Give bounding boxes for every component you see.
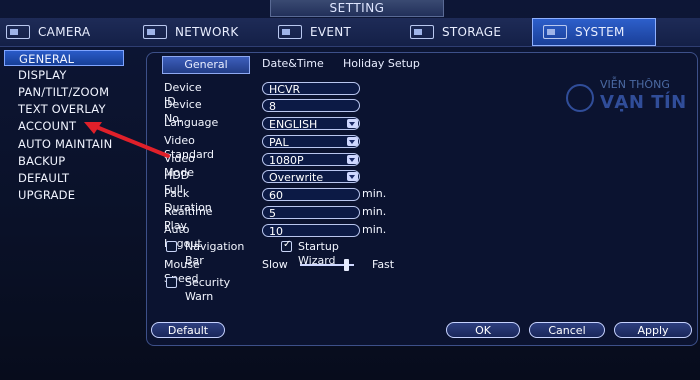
brand-logo-icon xyxy=(566,84,594,112)
subtab-holiday-setup[interactable]: Holiday Setup xyxy=(343,56,433,72)
chevron-down-icon[interactable] xyxy=(347,172,358,181)
pack-duration-field[interactable]: 60 xyxy=(262,188,360,202)
video-mode-value: 1080P xyxy=(269,154,304,167)
dvr-setting-screen: SETTING CAMERA NETWORK EVENT STORAGE SYS… xyxy=(0,0,700,380)
sidebar: GENERAL DISPLAY PAN/TILT/ZOOM TEXT OVERL… xyxy=(0,48,150,380)
tab-system-label: SYSTEM xyxy=(575,25,625,39)
sidebar-item-upgrade[interactable]: UPGRADE xyxy=(4,187,124,203)
tab-event[interactable]: EVENT xyxy=(278,18,398,46)
top-tab-bar: CAMERA NETWORK EVENT STORAGE SYSTEM xyxy=(0,18,700,47)
subtab-general[interactable]: General xyxy=(162,56,250,74)
hdd-full-label: HDD Full xyxy=(164,169,190,196)
pack-duration-unit: min. xyxy=(362,187,387,200)
video-mode-label: Video Mode xyxy=(164,152,195,179)
chevron-down-icon[interactable] xyxy=(347,137,358,146)
device-no-field[interactable]: 8 xyxy=(262,99,360,113)
device-no-label: Device No. xyxy=(164,98,202,125)
tab-network-label: NETWORK xyxy=(175,25,239,39)
sidebar-item-account[interactable]: ACCOUNT xyxy=(4,118,124,134)
hdd-full-select[interactable]: Overwrite xyxy=(262,170,360,184)
video-standard-label: Video Standard xyxy=(164,134,215,161)
sidebar-item-general[interactable]: GENERAL xyxy=(4,50,124,66)
sidebar-item-display[interactable]: DISPLAY xyxy=(4,67,124,83)
event-icon xyxy=(278,25,302,39)
watermark: VIỄN THÔNG VẠN TÍN xyxy=(566,78,696,118)
tab-storage[interactable]: STORAGE xyxy=(410,18,530,46)
auto-logout-label: Auto Logout xyxy=(164,223,202,250)
chevron-down-icon[interactable] xyxy=(347,119,358,128)
startup-wizard-checkbox[interactable] xyxy=(281,239,292,252)
tab-camera[interactable]: CAMERA xyxy=(6,18,126,46)
startup-wizard-label: Startup Wizard xyxy=(298,240,339,267)
device-id-label: Device ID xyxy=(164,81,202,108)
device-id-field[interactable]: HCVR xyxy=(262,82,360,96)
watermark-top-text: VIỄN THÔNG xyxy=(600,78,670,91)
video-standard-select[interactable]: PAL xyxy=(262,135,360,149)
mouse-speed-label: Mouse Speed xyxy=(164,258,200,285)
window-title: SETTING xyxy=(270,0,444,17)
realtime-play-label: Realtime Play xyxy=(164,205,213,232)
auto-logout-field[interactable]: 10 xyxy=(262,224,360,238)
chevron-down-icon[interactable] xyxy=(347,155,358,164)
mouse-speed-fast-label: Fast xyxy=(372,258,395,271)
watermark-brand-text: VẠN TÍN xyxy=(600,92,687,113)
security-warn-checkbox[interactable] xyxy=(166,277,177,288)
mouse-speed-slow-label: Slow xyxy=(262,258,288,271)
tab-camera-label: CAMERA xyxy=(38,25,91,39)
tab-event-label: EVENT xyxy=(310,25,352,39)
sidebar-item-text-overlay[interactable]: TEXT OVERLAY xyxy=(4,101,124,117)
sidebar-item-auto-maintain[interactable]: AUTO MAINTAIN xyxy=(4,136,124,152)
navigation-bar-checkbox[interactable] xyxy=(166,241,177,252)
pack-duration-label: Pack Duration xyxy=(164,187,212,214)
tab-system[interactable]: SYSTEM xyxy=(532,18,656,46)
sidebar-item-backup[interactable]: BACKUP xyxy=(4,153,124,169)
camera-icon xyxy=(6,25,30,39)
auto-logout-unit: min. xyxy=(362,223,387,236)
tab-storage-label: STORAGE xyxy=(442,25,502,39)
sidebar-item-pan-tilt-zoom[interactable]: PAN/TILT/ZOOM xyxy=(4,84,124,100)
hdd-full-value: Overwrite xyxy=(269,171,324,184)
video-standard-value: PAL xyxy=(269,136,289,149)
sidebar-item-default[interactable]: DEFAULT xyxy=(4,170,124,186)
mouse-speed-slider-thumb[interactable] xyxy=(344,259,350,271)
tab-network[interactable]: NETWORK xyxy=(143,18,263,46)
realtime-play-field[interactable]: 5 xyxy=(262,206,360,220)
system-icon xyxy=(543,25,567,39)
video-mode-select[interactable]: 1080P xyxy=(262,153,360,167)
security-warn-label: Security Warn xyxy=(185,276,231,303)
apply-button[interactable]: Apply xyxy=(614,322,692,338)
language-value: ENGLISH xyxy=(269,118,318,131)
language-label: Language xyxy=(164,116,219,129)
realtime-play-unit: min. xyxy=(362,205,387,218)
navigation-bar-label: Navigation Bar xyxy=(185,240,245,267)
default-button[interactable]: Default xyxy=(151,322,225,338)
ok-button[interactable]: OK xyxy=(446,322,520,338)
storage-icon xyxy=(410,25,434,39)
subtab-date-time[interactable]: Date&Time xyxy=(262,56,332,72)
network-icon xyxy=(143,25,167,39)
cancel-button[interactable]: Cancel xyxy=(529,322,605,338)
language-select[interactable]: ENGLISH xyxy=(262,117,360,131)
